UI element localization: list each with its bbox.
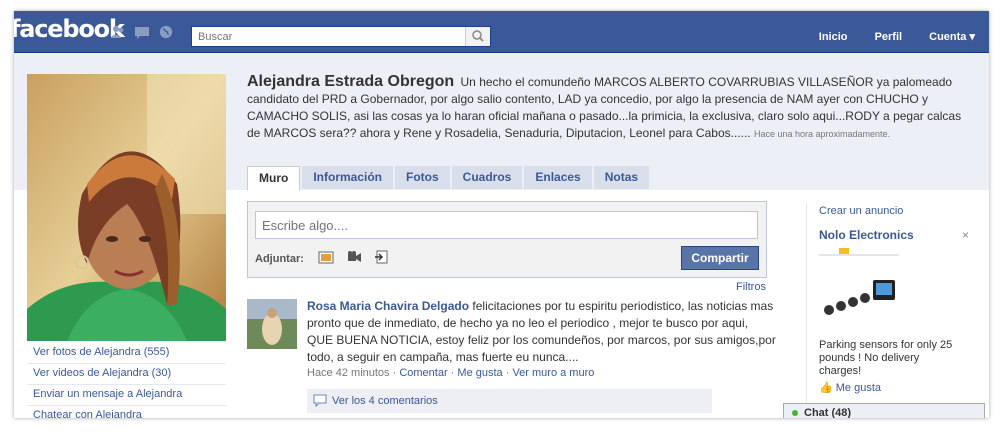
link-icon[interactable] (374, 250, 390, 264)
nav-inicio[interactable]: Inicio (819, 31, 848, 43)
chat-bar[interactable]: Chat (48) (783, 403, 985, 418)
profile-tabs: Muro Información Fotos Cuadros Enlaces N… (247, 166, 651, 191)
like-icon: 👍 (819, 382, 833, 394)
browser-frame: facebook Inicio Perfil Cuenta ▾ (14, 11, 989, 418)
search-icon (472, 30, 484, 42)
top-bar: facebook Inicio Perfil Cuenta ▾ (14, 11, 989, 53)
nav-perfil[interactable]: Perfil (875, 31, 903, 43)
filters-link[interactable]: Filtros (736, 281, 766, 293)
messages-icon[interactable] (134, 25, 150, 39)
facebook-logo[interactable]: facebook (14, 15, 125, 43)
story-time: Hace 42 minutos (307, 367, 390, 379)
story-author[interactable]: Rosa Maria Chavira Delgado (307, 299, 469, 313)
tab-muro[interactable]: Muro (247, 166, 301, 191)
create-ad-link[interactable]: Crear un anuncio (819, 205, 903, 217)
status-time[interactable]: Hace una hora aproximadamente. (754, 129, 890, 139)
send-message-link[interactable]: Enviar un mensaje a Alejandra (27, 385, 226, 406)
view-comments-link[interactable]: Ver los 4 comentarios (332, 395, 438, 407)
attach-label: Adjuntar: (255, 253, 304, 265)
tab-enlaces[interactable]: Enlaces (524, 166, 592, 189)
composer-input[interactable] (256, 212, 748, 238)
profile-name[interactable]: Alejandra Estrada Obregon (247, 73, 454, 90)
ad-image[interactable] (819, 246, 969, 336)
composer-box (255, 211, 758, 239)
search-box (191, 26, 491, 47)
ad-like[interactable]: 👍 Me gusta (819, 381, 881, 394)
story-meta: Hace 42 minutos · Comentar · Me gusta · … (307, 367, 595, 379)
like-link[interactable]: Me gusta (457, 367, 502, 379)
tab-notas[interactable]: Notas (593, 166, 650, 189)
top-nav: Inicio Perfil Cuenta ▾ (795, 30, 975, 43)
search-button[interactable] (465, 27, 490, 46)
view-comments-bar[interactable]: Ver los 4 comentarios (307, 389, 712, 413)
wall-to-wall-link[interactable]: Ver muro a muro (512, 367, 594, 379)
story-text-block: Rosa Maria Chavira Delgado felicitacione… (307, 298, 777, 366)
chat-status-icon (792, 410, 798, 416)
author-thumbnail[interactable] (247, 299, 297, 349)
video-icon[interactable] (346, 250, 362, 264)
search-input[interactable] (192, 27, 474, 47)
notifications-globe-icon[interactable] (158, 25, 174, 39)
tab-informacion[interactable]: Información (302, 166, 393, 189)
tab-fotos[interactable]: Fotos (395, 166, 450, 189)
right-sidebar: Crear un anuncio Nolo Electronics × Park… (806, 204, 977, 418)
profile-picture[interactable] (27, 74, 226, 341)
photo-icon[interactable] (318, 250, 334, 264)
publisher-composer: Adjuntar: Compartir (247, 201, 767, 278)
tab-cuadros[interactable]: Cuadros (451, 166, 523, 189)
view-photos-link[interactable]: Ver fotos de Alejandra (555) (27, 343, 226, 364)
close-icon[interactable]: × (962, 228, 969, 242)
nav-cuenta[interactable]: Cuenta ▾ (929, 31, 975, 43)
profile-links: Ver fotos de Alejandra (555) Ver videos … (27, 343, 226, 418)
friends-icon[interactable] (110, 25, 126, 39)
comment-bubble-icon (313, 394, 327, 407)
share-button[interactable]: Compartir (681, 246, 759, 270)
profile-header: Alejandra Estrada Obregon Un hecho el co… (247, 73, 977, 143)
sponsored-ad: Nolo Electronics × Parking sensors for o… (819, 228, 969, 394)
comment-link[interactable]: Comentar (399, 367, 447, 379)
view-videos-link[interactable]: Ver videos de Alejandra (30) (27, 364, 226, 385)
chat-with-link[interactable]: Chatear con Alejandra (27, 406, 226, 418)
ad-title[interactable]: Nolo Electronics (819, 228, 969, 242)
ad-text: Parking sensors for only 25 pounds ! No … (819, 339, 953, 377)
chat-label[interactable]: Chat (48) (804, 407, 851, 418)
